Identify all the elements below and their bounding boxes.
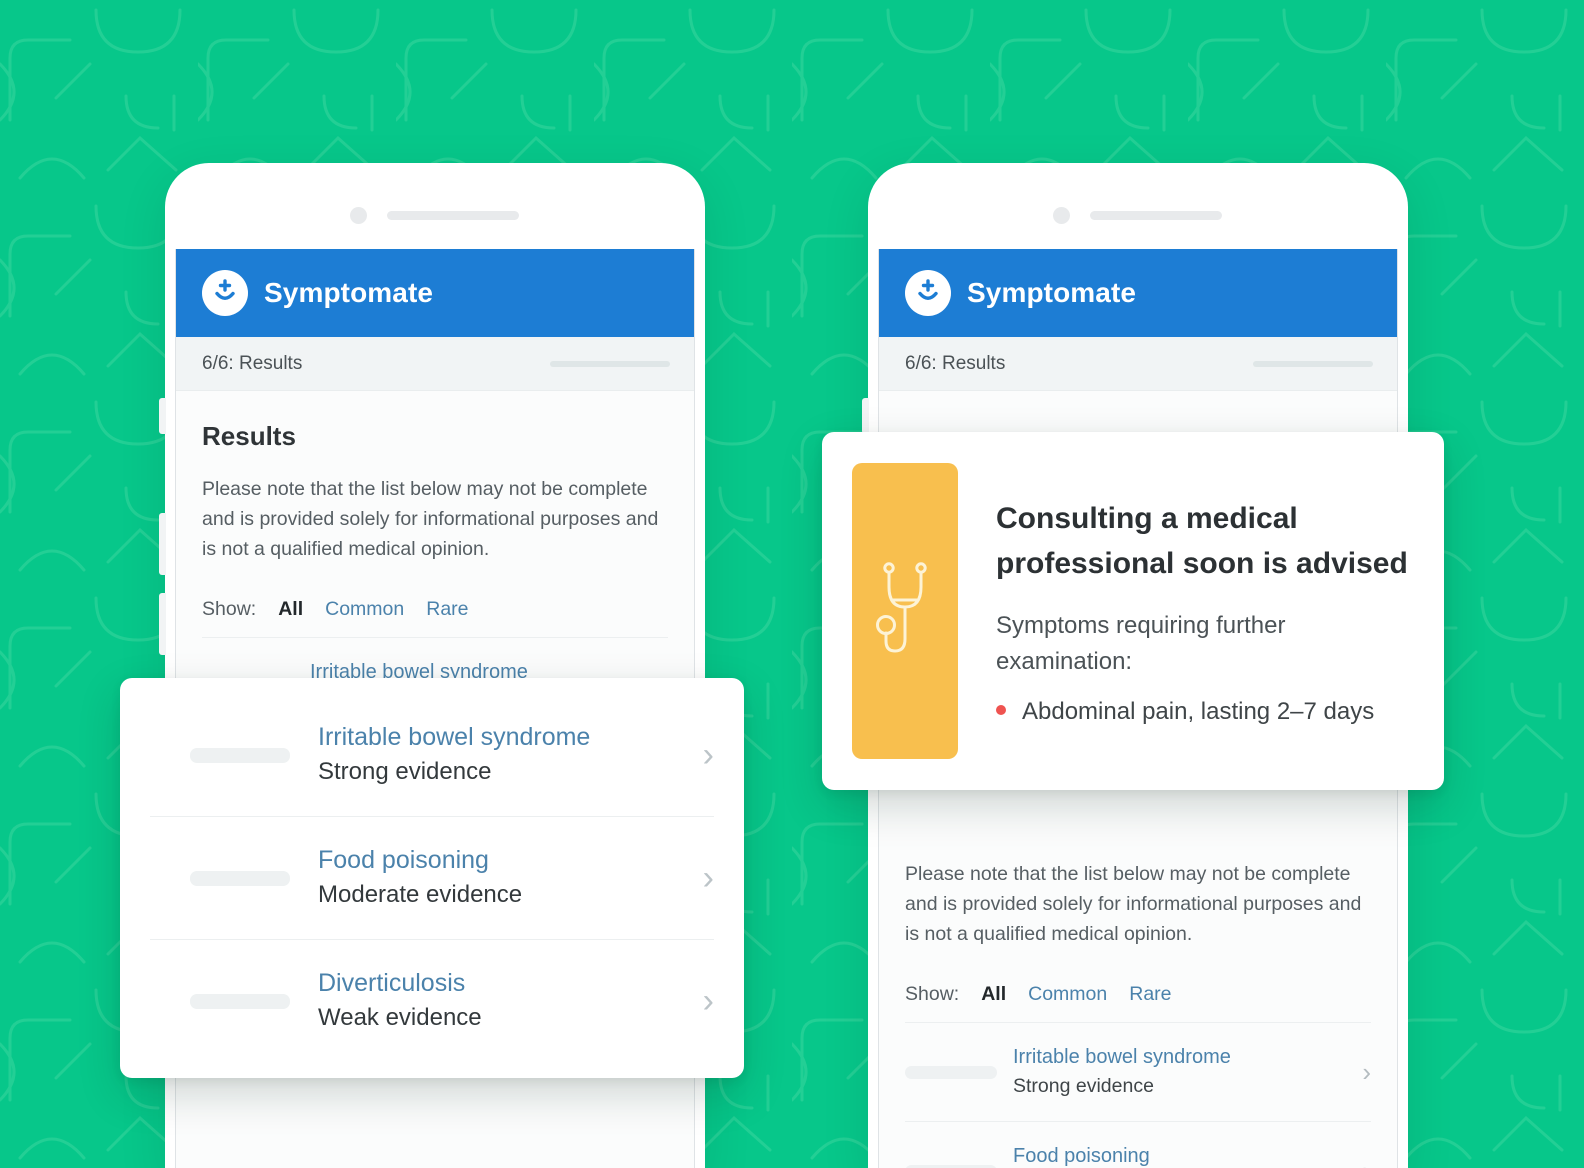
app-bar: Symptomate [176, 249, 694, 337]
chevron-right-icon[interactable]: › [1352, 1059, 1371, 1085]
advice-title: Consulting a medical professional soon i… [996, 502, 1408, 580]
step-progress-bar [550, 360, 670, 367]
condition-evidence: Moderate evidence [318, 881, 523, 908]
filter-option-rare[interactable]: Rare [1129, 983, 1171, 1006]
earpiece-speaker [387, 211, 519, 220]
condition-evidence: Strong evidence [318, 758, 492, 785]
step-label: 6/6: Results [905, 352, 1006, 374]
disclaimer-text: Please note that the list below may not … [905, 863, 1362, 945]
condition-name[interactable]: Irritable bowel syndrome [1013, 1046, 1231, 1068]
chevron-right-icon[interactable]: › [693, 984, 714, 1018]
app-title: Symptomate [967, 277, 1137, 308]
phone-side-button-mute[interactable] [159, 398, 166, 434]
condition-evidence: Weak evidence [318, 1004, 482, 1031]
condition-text: Food poisoningModerate evidence [1013, 1142, 1352, 1168]
app-bar: Symptomate [879, 249, 1397, 337]
floating-advice-card: Consulting a medical professional soon i… [822, 432, 1444, 790]
condition-row[interactable]: Irritable bowel syndrome Strong evidence › [150, 694, 714, 816]
condition-text: Irritable bowel syndrome Strong evidence [1013, 1043, 1352, 1101]
condition-text: Irritable bowel syndrome Strong evidence [318, 720, 693, 790]
disclaimer-text: Please note that the list below may not … [202, 478, 659, 560]
chevron-right-icon[interactable]: › [1352, 1158, 1371, 1168]
condition-name[interactable]: Diverticulosis [318, 969, 465, 997]
evidence-bar-track [190, 747, 290, 763]
condition-list: Irritable bowel syndrome Strong evidence ›… [905, 1022, 1371, 1168]
condition-row[interactable]: Food poisoning Moderate evidence › [150, 816, 714, 939]
phone-side-button-volume-down[interactable] [159, 593, 166, 655]
filter-option-common[interactable]: Common [325, 598, 404, 621]
evidence-bar-track [190, 870, 290, 886]
filter-option-common[interactable]: Common [1028, 983, 1107, 1006]
filter-label: Show: [905, 983, 960, 1005]
condition-text: Diverticulosis Weak evidence [318, 966, 693, 1036]
advice-body: Consulting a medical professional soon i… [996, 496, 1414, 726]
condition-row[interactable]: Food poisoningModerate evidence› [905, 1121, 1371, 1168]
condition-name[interactable]: Irritable bowel syndrome [318, 723, 590, 751]
condition-evidence: Strong evidence [1013, 1075, 1154, 1097]
filter-row: Show: All Common Rare [202, 598, 668, 621]
step-bar: 6/6: Results [879, 337, 1397, 391]
condition-name[interactable]: Food poisoning [318, 846, 489, 874]
front-camera-icon [1053, 207, 1070, 224]
filter-option-all[interactable]: All [278, 598, 303, 621]
symptom-label: Abdominal pain, lasting 2–7 days [1022, 698, 1375, 725]
bullet-dot-icon [996, 705, 1006, 715]
symptomate-smile-plus-icon [905, 270, 951, 316]
symptom-list-item: Abdominal pain, lasting 2–7 days [996, 698, 1414, 726]
filter-option-all[interactable]: All [981, 983, 1006, 1006]
evidence-bar-track [905, 1065, 997, 1079]
condition-list: Irritable bowel syndrome Strong evidence ›… [150, 694, 714, 1062]
app-title: Symptomate [264, 277, 434, 308]
symptomate-smile-plus-icon [202, 270, 248, 316]
chevron-right-icon[interactable]: › [693, 861, 714, 895]
filter-label: Show: [202, 598, 257, 620]
condition-row[interactable]: Irritable bowel syndrome Strong evidence › [905, 1022, 1371, 1121]
earpiece-speaker [1090, 211, 1222, 220]
step-label: 6/6: Results [202, 352, 303, 374]
condition-text: Food poisoning Moderate evidence [318, 843, 693, 913]
evidence-bar-track [905, 1164, 997, 1168]
evidence-bar-track [190, 993, 290, 1009]
page-title: Results [202, 421, 296, 451]
stethoscope-icon [852, 463, 958, 759]
step-bar: 6/6: Results [176, 337, 694, 391]
phone-side-button-volume-up[interactable] [159, 513, 166, 575]
front-camera-icon [350, 207, 367, 224]
advice-subtitle: Symptoms requiring further examination: [996, 612, 1286, 675]
floating-results-card: Irritable bowel syndrome Strong evidence ›… [120, 678, 744, 1078]
filter-option-rare[interactable]: Rare [426, 598, 468, 621]
phone-side-button-mute[interactable] [862, 398, 869, 434]
chevron-right-icon[interactable]: › [693, 738, 714, 772]
condition-row[interactable]: Diverticulosis Weak evidence › [150, 939, 714, 1062]
filter-row: Show: All Common Rare [905, 983, 1371, 1006]
condition-name[interactable]: Food poisoning [1013, 1145, 1150, 1167]
step-progress-bar [1253, 360, 1373, 367]
